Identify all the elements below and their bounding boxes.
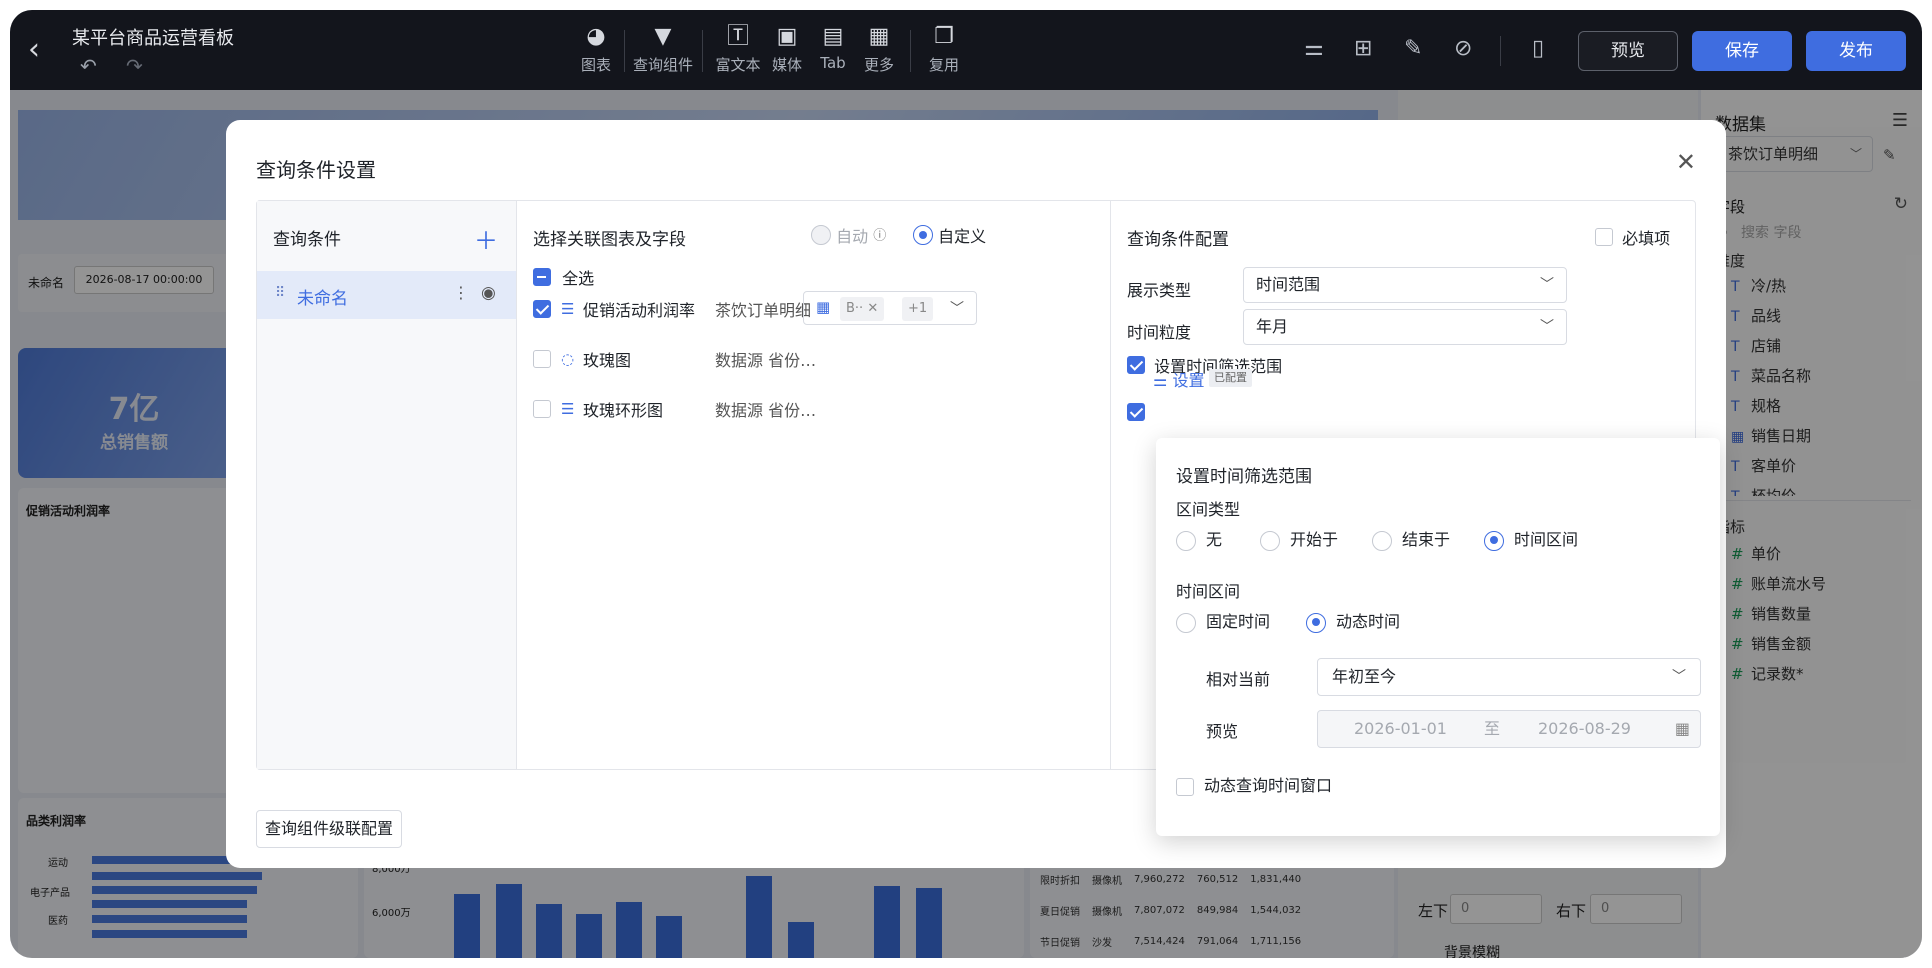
checkbox[interactable] <box>1127 402 1145 421</box>
chevron-down-icon: ﹀ <box>1672 669 1686 685</box>
select-all-checkbox[interactable]: 全选 <box>533 265 594 289</box>
copy-icon: ❐ <box>934 24 954 49</box>
dashboard-title: 某平台商品运营看板 <box>72 28 234 49</box>
interval-end-radio[interactable]: 结束于 <box>1372 526 1450 551</box>
sliders-icon: ⚌ <box>1153 371 1168 390</box>
tab-icon: ▤ <box>822 24 844 49</box>
granularity-select[interactable]: 年月 ﹀ <box>1243 309 1567 345</box>
dynamic-window-checkbox[interactable]: 动态查询时间窗口 <box>1176 772 1332 796</box>
interval-none-radio[interactable]: 无 <box>1176 526 1222 551</box>
layout-icon[interactable]: ⊞ <box>1354 36 1372 61</box>
rose-chart-icon: ◌ <box>561 350 575 368</box>
checkbox[interactable] <box>1127 356 1145 374</box>
add-condition-icon[interactable]: ＋ <box>474 221 498 256</box>
toolbar-divider <box>1500 36 1501 66</box>
toolbar-divider <box>910 30 911 72</box>
condition-list-column: 查询条件 ＋ ⠿ 未命名 ⋮ ◉ <box>257 201 517 769</box>
redo-icon: ↷ <box>126 54 143 78</box>
preview-button[interactable]: 预览 <box>1578 31 1678 71</box>
checkbox[interactable] <box>533 300 551 318</box>
custom-radio[interactable]: 自定义 <box>913 223 986 247</box>
chart-row[interactable]: ☰ 玫瑰环形图 数据源 省份… <box>533 397 816 421</box>
relative-select[interactable]: 年初至今 ﹀ <box>1317 658 1701 696</box>
palette-icon[interactable]: ✎ <box>1404 36 1422 61</box>
dynamic-time-radio[interactable]: 动态时间 <box>1306 608 1400 633</box>
more-tag: +1 <box>902 297 934 321</box>
save-button[interactable]: 保存 <box>1692 31 1792 71</box>
info-icon: ⓘ <box>873 228 887 244</box>
chevron-down-icon: ﹀ <box>950 301 964 317</box>
tool-chart[interactable]: ◕ 图表 <box>566 24 626 75</box>
image-icon: ▣ <box>776 24 798 49</box>
tool-reuse[interactable]: ❐ 复用 <box>914 24 974 75</box>
cascade-config-button[interactable]: 查询组件级联配置 <box>256 810 402 848</box>
undo-icon[interactable]: ↶ <box>80 54 97 78</box>
tool-tab[interactable]: ▤ Tab <box>808 24 858 72</box>
eye-icon[interactable]: ◉ <box>481 283 496 303</box>
radio[interactable] <box>811 225 831 245</box>
grid-icon: ▦ <box>868 24 890 49</box>
linked-charts-column: 选择关联图表及字段 自动 ⓘ 自定义 全选 ☰ 促销活动利润率 茶饮订单明细 ▦ … <box>517 201 1111 769</box>
close-icon[interactable]: ✕ <box>867 301 878 316</box>
chart-row[interactable]: ☰ 促销活动利润率 茶饮订单明细 <box>533 297 811 321</box>
required-checkbox[interactable]: 必填项 <box>1595 225 1670 249</box>
more-icon[interactable]: ⋮ <box>453 283 469 302</box>
chevron-down-icon: ﹀ <box>1540 277 1554 293</box>
tool-query[interactable]: ▼ 查询组件 <box>630 24 696 75</box>
toolbar-divider <box>624 30 625 72</box>
sliders-icon[interactable]: ⚌ <box>1304 36 1324 61</box>
tool-richtext[interactable]: 🅃 富文本 <box>708 24 768 75</box>
fixed-time-radio[interactable]: 固定时间 <box>1176 608 1270 633</box>
preview-range: 2026-01-01 至 2026-08-29 ▦ <box>1317 710 1701 748</box>
radio[interactable] <box>913 225 933 245</box>
bar-chart-icon: ☰ <box>561 300 575 318</box>
calendar-icon: ▦ <box>816 298 831 316</box>
top-toolbar: ‹ 某平台商品运营看板 ↶ ↷ ◕ 图表 ▼ 查询组件 🅃 富文本 ▣ 媒体 ▤ Tab … <box>10 10 1922 90</box>
bar-chart-icon: ☰ <box>561 400 575 418</box>
mobile-icon[interactable]: ▯ <box>1532 36 1544 61</box>
set-range-link[interactable]: ⚌ 设置 <box>1153 367 1204 391</box>
checkbox[interactable] <box>1595 228 1613 246</box>
time-range-popover: 设置时间筛选范围 区间类型 无 开始于 结束于 时间区间 时间区间 固定时间 动… <box>1156 438 1720 836</box>
publish-button[interactable]: 发布 <box>1806 31 1906 71</box>
chevron-down-icon: ﹀ <box>1540 319 1554 335</box>
auto-radio[interactable]: 自动 ⓘ <box>811 223 886 247</box>
pie-chart-icon: ◕ <box>586 24 606 49</box>
interval-range-radio[interactable]: 时间区间 <box>1484 526 1578 551</box>
chart-row[interactable]: ◌ 玫瑰图 数据源 省份… <box>533 347 816 371</box>
interval-start-radio[interactable]: 开始于 <box>1260 526 1338 551</box>
tool-media[interactable]: ▣ 媒体 <box>762 24 812 75</box>
set-range-checkbox[interactable]: 设置时间筛选范围 <box>1127 353 1282 377</box>
condition-item[interactable]: ⠿ 未命名 ⋮ ◉ <box>257 271 516 319</box>
text-icon: 🅃 <box>726 24 749 49</box>
app-window: ‹ 某平台商品运营看板 ↶ ↷ ◕ 图表 ▼ 查询组件 🅃 富文本 ▣ 媒体 ▤ Tab … <box>10 10 1922 958</box>
eye-off-icon[interactable]: ⊘ <box>1454 36 1472 61</box>
checkbox[interactable] <box>533 268 551 286</box>
filter-icon: ▼ <box>654 24 672 49</box>
toolbar-divider <box>702 30 703 72</box>
close-icon[interactable]: ✕ <box>1676 148 1696 176</box>
field-tag[interactable]: B·· ✕ <box>840 297 885 321</box>
checkbox[interactable] <box>533 350 551 368</box>
drag-handle-icon[interactable]: ⠿ <box>275 285 285 301</box>
back-icon[interactable]: ‹ <box>28 32 40 67</box>
checkbox-partial[interactable] <box>1127 401 1145 421</box>
panel-dim <box>1701 90 1922 958</box>
checkbox[interactable] <box>533 400 551 418</box>
field-select[interactable]: ▦ B·· ✕ +1 ﹀ <box>803 291 977 325</box>
display-type-select[interactable]: 时间范围 ﹀ <box>1243 267 1567 303</box>
calendar-icon: ▦ <box>1674 719 1690 738</box>
tool-more[interactable]: ▦ 更多 <box>854 24 904 75</box>
configured-badge: 已配置 <box>1209 369 1252 387</box>
